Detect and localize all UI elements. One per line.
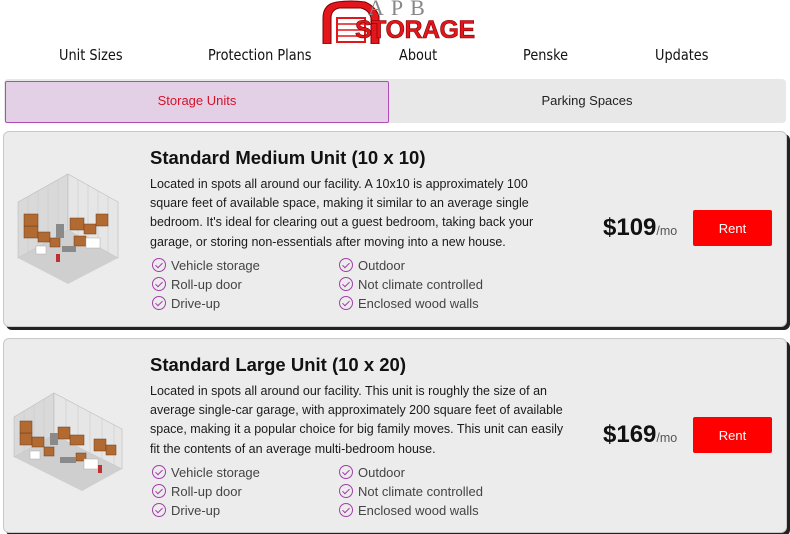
- unit-illustration-image: [13, 392, 123, 491]
- feature-item: Not climate controlled: [339, 482, 483, 501]
- unit-price: $169/mo: [603, 421, 677, 449]
- rent-button[interactable]: Rent: [693, 417, 772, 453]
- check-circle-icon: [152, 277, 166, 291]
- apb-storage-logo[interactable]: APB STORAGE: [321, 0, 475, 44]
- feature-item: Drive-up: [152, 501, 220, 520]
- price-amount: $109: [603, 214, 657, 241]
- feature-item: Outdoor: [339, 256, 405, 275]
- unit-title: Standard Large Unit (10 x 20): [150, 354, 406, 375]
- check-circle-icon: [339, 277, 353, 291]
- unit-price: $109/mo: [603, 214, 677, 242]
- feature-item: Drive-up: [152, 294, 220, 313]
- tab-parking-spaces[interactable]: Parking Spaces: [394, 81, 780, 121]
- feature-item: Enclosed wood walls: [339, 501, 479, 520]
- feature-item: Vehicle storage: [152, 256, 260, 275]
- feature-item: Enclosed wood walls: [339, 294, 479, 313]
- check-circle-icon: [152, 258, 166, 272]
- unit-card-large: Standard Large Unit (10 x 20) Located in…: [3, 338, 787, 533]
- check-circle-icon: [339, 503, 353, 517]
- unit-type-tabs: Storage Units Parking Spaces: [4, 79, 786, 123]
- price-period: /mo: [656, 224, 678, 238]
- price-period: /mo: [656, 431, 678, 445]
- unit-card-medium: Standard Medium Unit (10 x 10) Located i…: [3, 131, 787, 327]
- unit-title: Standard Medium Unit (10 x 10): [150, 147, 426, 168]
- feature-item: Outdoor: [339, 463, 405, 482]
- unit-illustration-image: [17, 173, 119, 284]
- main-nav: Unit Sizes Protection Plans About Penske…: [0, 46, 790, 68]
- check-circle-icon: [152, 503, 166, 517]
- nav-about[interactable]: About: [399, 46, 437, 64]
- rent-button[interactable]: Rent: [693, 210, 772, 246]
- feature-item: Vehicle storage: [152, 463, 260, 482]
- nav-protection-plans[interactable]: Protection Plans: [208, 46, 312, 64]
- unit-description: Located in spots all around our facility…: [150, 177, 534, 249]
- check-circle-icon: [152, 465, 166, 479]
- feature-item: Not climate controlled: [339, 275, 483, 294]
- nav-penske[interactable]: Penske: [523, 46, 568, 64]
- feature-item: Roll-up door: [152, 275, 242, 294]
- unit-description: Located in spots all around our facility…: [150, 384, 564, 456]
- check-circle-icon: [152, 484, 166, 498]
- check-circle-icon: [339, 258, 353, 272]
- price-amount: $169: [603, 421, 657, 448]
- tab-storage-units[interactable]: Storage Units: [5, 81, 389, 123]
- feature-item: Roll-up door: [152, 482, 242, 501]
- check-circle-icon: [152, 296, 166, 310]
- check-circle-icon: [339, 465, 353, 479]
- nav-unit-sizes[interactable]: Unit Sizes: [59, 46, 123, 64]
- check-circle-icon: [339, 296, 353, 310]
- nav-updates[interactable]: Updates: [655, 46, 708, 64]
- check-circle-icon: [339, 484, 353, 498]
- logo-text-storage: STORAGE: [355, 16, 476, 44]
